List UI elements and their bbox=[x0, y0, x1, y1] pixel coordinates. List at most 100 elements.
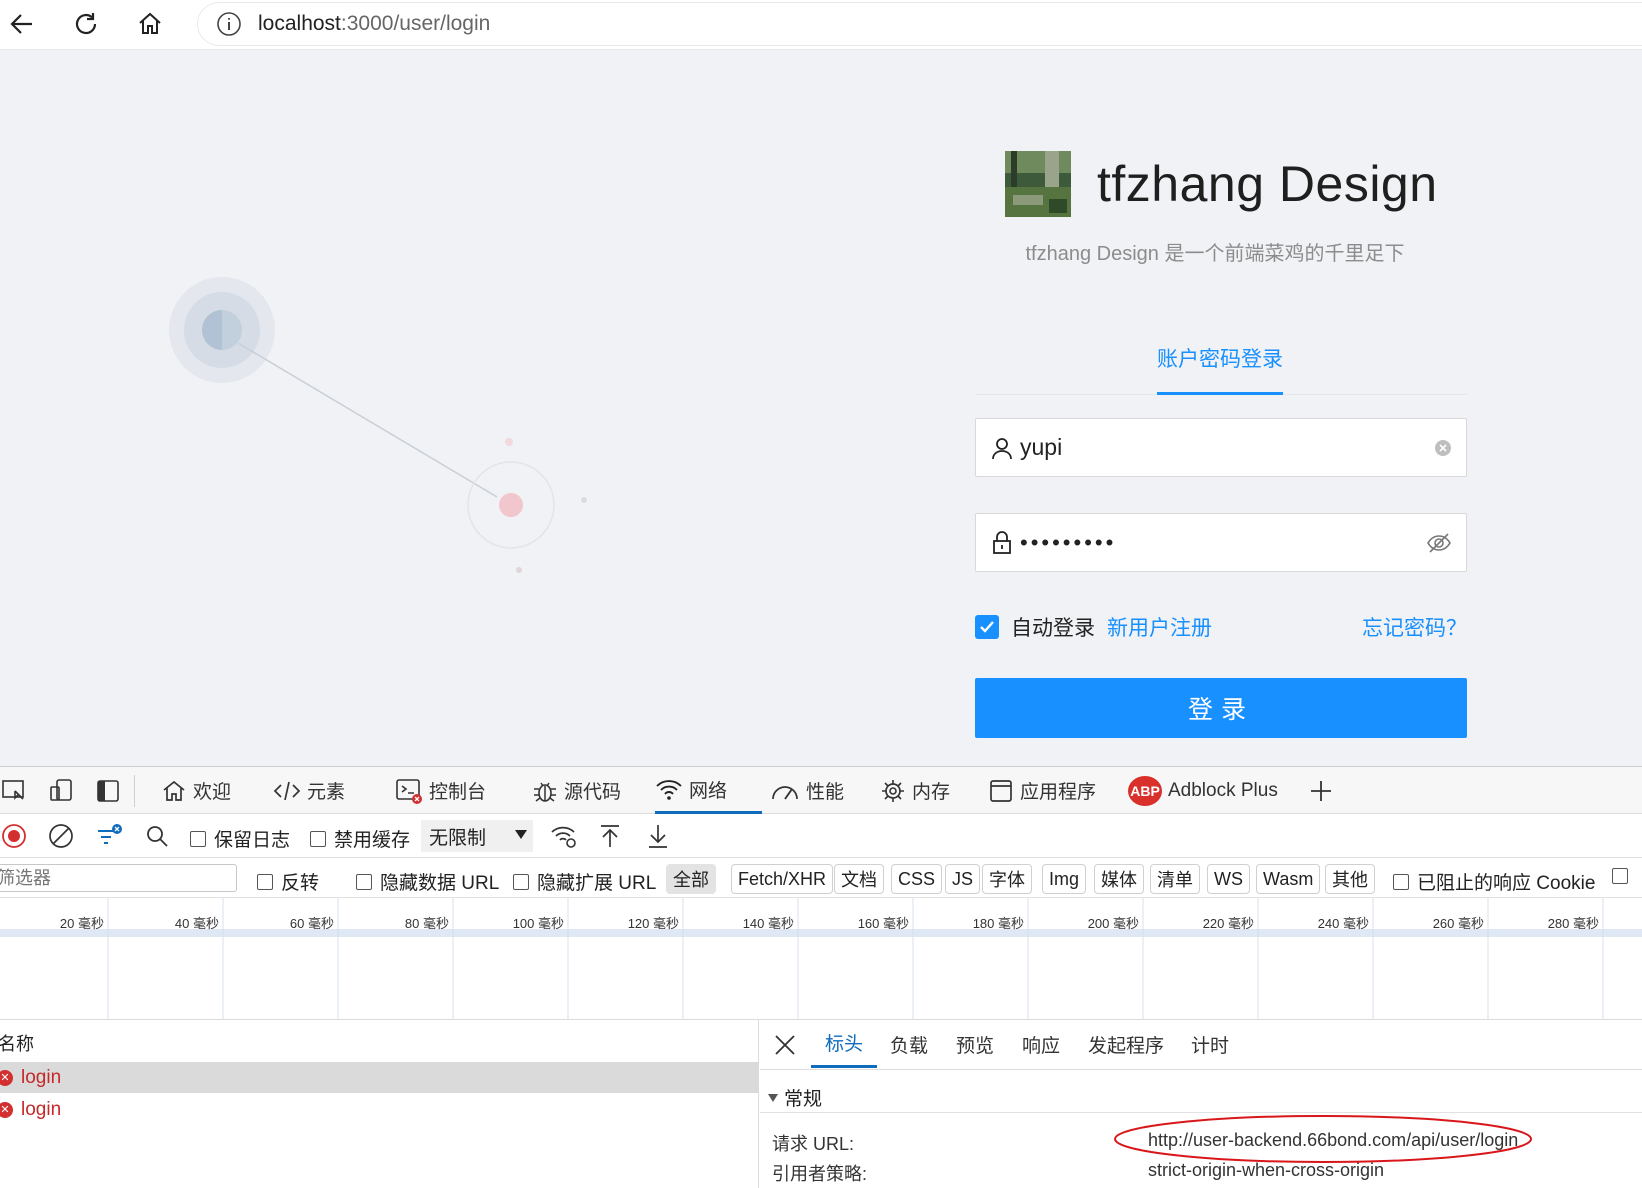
tab-adblock-plus[interactable]: ABP Adblock Plus bbox=[1128, 767, 1278, 814]
filter-chip-js[interactable]: JS bbox=[945, 864, 981, 894]
tab-preview[interactable]: 预览 bbox=[956, 1020, 994, 1068]
filter-input[interactable] bbox=[0, 864, 237, 892]
address-bar[interactable]: localhost:3000/user/login bbox=[197, 2, 1642, 46]
filter-chip-media[interactable]: 媒体 bbox=[1094, 864, 1144, 894]
hide-data-urls-checkbox[interactable]: 隐藏数据 URL bbox=[356, 868, 499, 895]
reload-button[interactable] bbox=[68, 6, 104, 42]
close-icon[interactable] bbox=[772, 1032, 798, 1058]
hide-extension-urls-checkbox[interactable]: 隐藏扩展 URL bbox=[513, 868, 656, 895]
column-header-name[interactable]: 名称 bbox=[0, 1030, 34, 1056]
filter-chip-wasm[interactable]: Wasm bbox=[1256, 864, 1321, 894]
background-decoration bbox=[169, 277, 587, 573]
filter-chip-font[interactable]: 字体 bbox=[982, 864, 1032, 894]
app-description: tfzhang Design 是一个前端菜鸡的千里足下 bbox=[1025, 243, 1405, 265]
timeline-tick-label: 40 毫秒 bbox=[174, 916, 219, 931]
request-row[interactable]: ✕ login bbox=[0, 1062, 759, 1093]
extra-checkbox[interactable] bbox=[1612, 868, 1636, 884]
inspect-button[interactable] bbox=[0, 777, 28, 805]
referrer-policy-key: 引用者策略: bbox=[772, 1164, 868, 1184]
username-input[interactable]: yupi bbox=[975, 418, 1467, 477]
filter-chip-other[interactable]: 其他 bbox=[1325, 864, 1375, 894]
request-list: 名称 ✕ login ✕ login bbox=[0, 1020, 759, 1188]
tab-sources[interactable]: 源代码 bbox=[532, 767, 621, 814]
tab-console[interactable]: 控制台 bbox=[395, 767, 486, 814]
tab-response[interactable]: 响应 bbox=[1022, 1020, 1060, 1068]
bug-icon bbox=[534, 782, 556, 802]
timeline-tick-label: 260 毫秒 bbox=[1432, 916, 1484, 931]
search-button[interactable] bbox=[143, 822, 171, 850]
gauge-icon bbox=[772, 785, 798, 800]
import-har-button[interactable] bbox=[596, 822, 624, 850]
back-button[interactable] bbox=[4, 6, 40, 42]
disable-cache-checkbox[interactable]: 禁用缓存 bbox=[310, 825, 410, 852]
clear-button[interactable] bbox=[47, 822, 75, 850]
inspect-icon bbox=[2, 780, 24, 800]
dock-button[interactable] bbox=[94, 777, 122, 805]
filter-chip-manifest[interactable]: 清单 bbox=[1150, 864, 1200, 894]
request-url-key: 请求 URL: bbox=[772, 1134, 855, 1154]
password-input[interactable]: ••••••••• bbox=[975, 513, 1467, 572]
wifi-icon bbox=[656, 780, 682, 800]
tab-initiator[interactable]: 发起程序 bbox=[1088, 1020, 1164, 1068]
timeline-tick-label: 140 毫秒 bbox=[742, 916, 794, 931]
console-icon bbox=[396, 778, 422, 804]
timeline-grid bbox=[0, 898, 1642, 1020]
throttle-select[interactable]: 无限制 bbox=[421, 820, 533, 852]
login-button[interactable]: 登录 bbox=[975, 678, 1467, 738]
check-icon bbox=[980, 621, 994, 633]
record-button[interactable] bbox=[0, 822, 28, 850]
tab-elements[interactable]: 元素 bbox=[273, 767, 345, 814]
device-icon bbox=[50, 779, 72, 801]
request-row[interactable]: ✕ login bbox=[0, 1094, 759, 1125]
wifi-settings-icon bbox=[551, 826, 576, 848]
network-timeline[interactable]: 20 毫秒 40 毫秒 60 毫秒 80 毫秒 100 毫秒 120 毫秒 140 毫秒 16… bbox=[0, 898, 1642, 1020]
forgot-password-link[interactable]: 忘记密码？ bbox=[1362, 612, 1467, 642]
tab-timing[interactable]: 计时 bbox=[1191, 1020, 1229, 1068]
tab-payload[interactable]: 负载 bbox=[890, 1020, 928, 1068]
more-tools-button[interactable] bbox=[1307, 777, 1335, 805]
auto-login-checkbox[interactable] bbox=[975, 615, 999, 639]
network-filter-bar: 反转 隐藏数据 URL 隐藏扩展 URL 全部 Fetch/XHR 文档 CSS… bbox=[0, 858, 1642, 898]
login-page: tfzhang Design tfzhang Design 是一个前端菜鸡的千里… bbox=[0, 50, 1642, 766]
network-conditions-button[interactable] bbox=[550, 822, 578, 850]
password-value: ••••••••• bbox=[1020, 529, 1117, 555]
filter-toggle-button[interactable] bbox=[95, 822, 123, 850]
logo-image bbox=[1005, 151, 1071, 217]
filter-chip-css[interactable]: CSS bbox=[891, 864, 943, 894]
eye-off-icon[interactable] bbox=[1426, 532, 1452, 554]
tab-application[interactable]: 应用程序 bbox=[988, 767, 1096, 814]
export-har-button[interactable] bbox=[644, 822, 672, 850]
tab-welcome[interactable]: 欢迎 bbox=[161, 767, 231, 814]
preserve-log-checkbox[interactable]: 保留日志 bbox=[190, 825, 290, 852]
filter-chip-fetch-xhr[interactable]: Fetch/XHR bbox=[731, 864, 834, 894]
invert-checkbox[interactable]: 反转 bbox=[257, 868, 319, 895]
section-general[interactable]: 常规 bbox=[768, 1084, 822, 1111]
tab-memory[interactable]: 内存 bbox=[880, 767, 950, 814]
clear-icon[interactable] bbox=[1434, 439, 1452, 457]
device-emulation-button[interactable] bbox=[48, 777, 76, 805]
timeline-tick-label: 220 毫秒 bbox=[1202, 916, 1254, 931]
tab-network[interactable]: 网络 bbox=[655, 767, 762, 814]
tab-account-password[interactable]: 账户密码登录 bbox=[1157, 340, 1283, 395]
filter-chip-doc[interactable]: 文档 bbox=[834, 864, 884, 894]
upload-icon bbox=[601, 825, 619, 847]
filter-chip-ws[interactable]: WS bbox=[1207, 864, 1250, 894]
register-link[interactable]: 新用户注册 bbox=[1107, 612, 1212, 642]
record-icon bbox=[2, 824, 26, 848]
timeline-tick-label: 200 毫秒 bbox=[1087, 916, 1139, 931]
auto-login-label[interactable]: 自动登录 bbox=[1011, 612, 1095, 642]
tab-headers[interactable]: 标头 bbox=[811, 1020, 878, 1068]
timeline-tick-label: 180 毫秒 bbox=[972, 916, 1024, 931]
filter-chip-all[interactable]: 全部 bbox=[666, 864, 716, 894]
highlight-ellipse bbox=[1114, 1115, 1532, 1163]
window-icon bbox=[990, 779, 1012, 802]
info-icon bbox=[217, 12, 241, 36]
blocked-cookies-checkbox[interactable]: 已阻止的响应 Cookie bbox=[1393, 868, 1595, 895]
home-button[interactable] bbox=[132, 6, 168, 42]
tab-performance[interactable]: 性能 bbox=[770, 767, 844, 814]
filter-chip-img[interactable]: Img bbox=[1042, 864, 1087, 894]
timeline-tick-label: 240 毫秒 bbox=[1317, 916, 1369, 931]
reload-icon bbox=[75, 13, 97, 35]
home-icon bbox=[139, 12, 161, 34]
filter-icon bbox=[98, 824, 122, 844]
